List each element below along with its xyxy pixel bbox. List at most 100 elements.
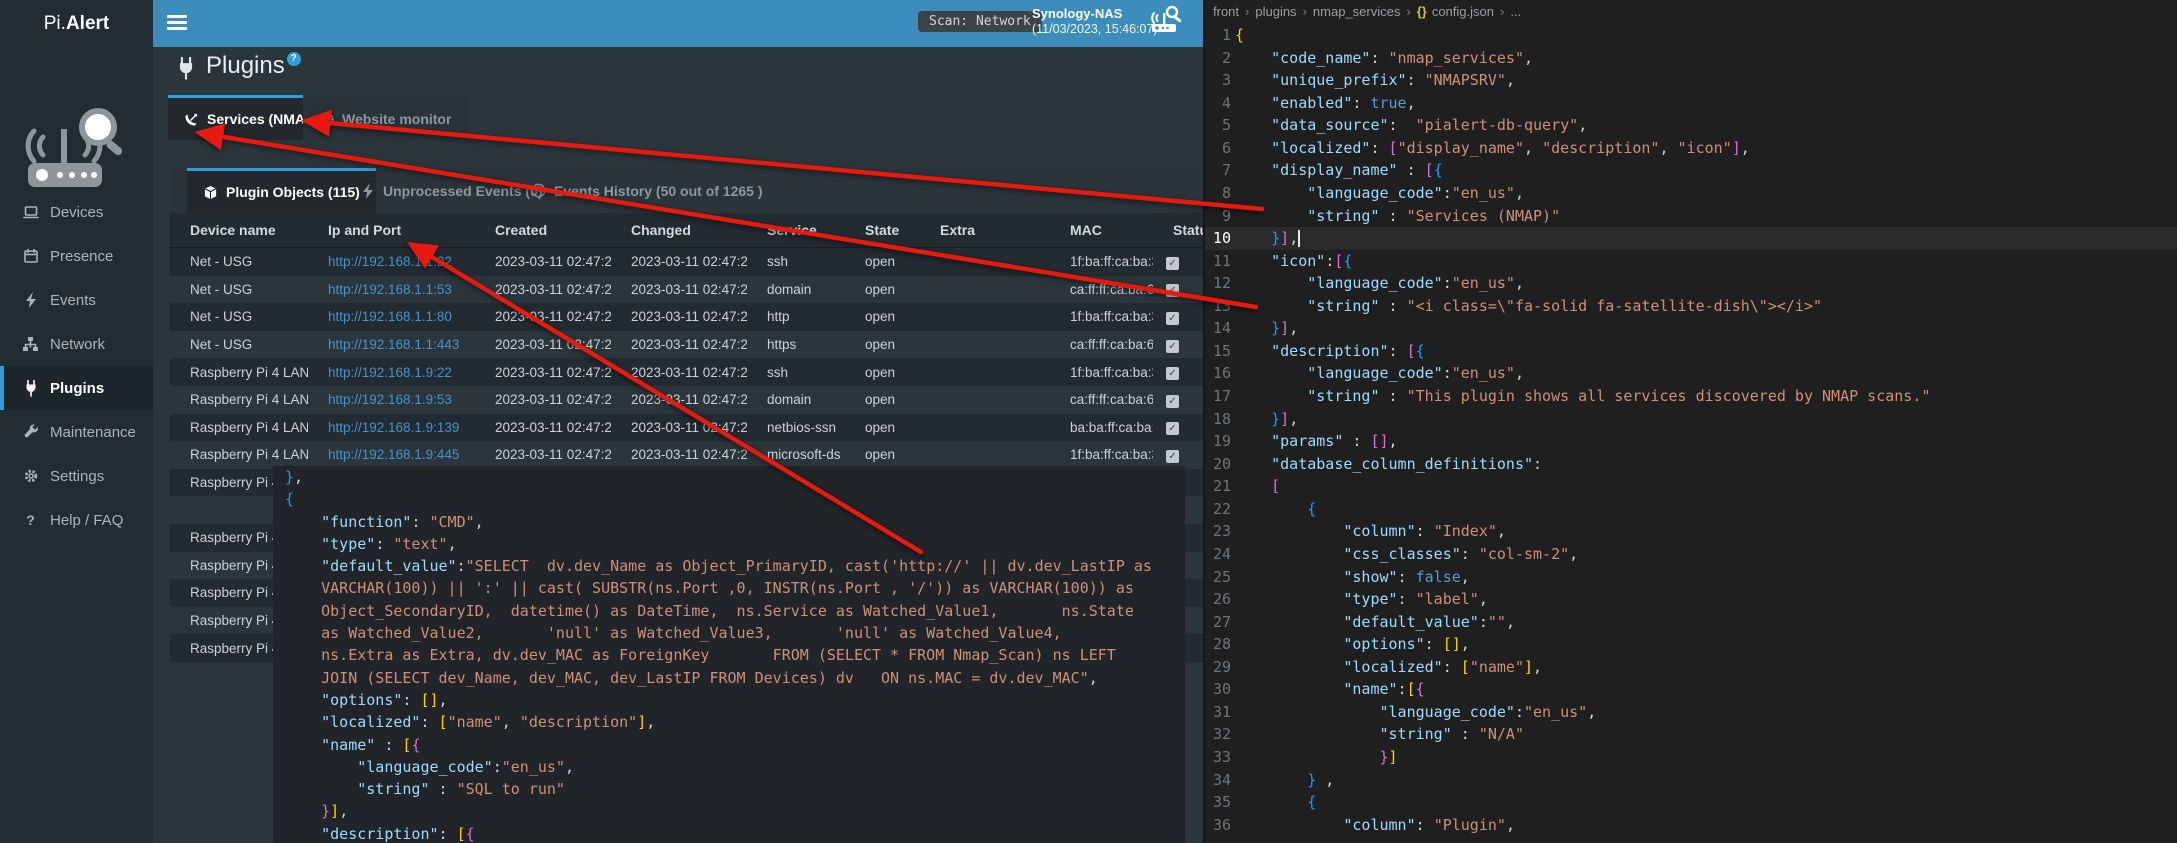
editor-line[interactable]: 3 "unique_prefix": "NMAPSRV", — [1205, 69, 2177, 92]
status-checkbox[interactable]: ✓ — [1166, 340, 1179, 353]
editor-line[interactable]: 17 "string" : "This plugin shows all ser… — [1205, 385, 2177, 408]
editor-line-code[interactable]: "unique_prefix": "NMAPSRV", — [1235, 69, 1515, 92]
editor-line-code[interactable]: "css_classes": "col-sm-2", — [1235, 543, 1578, 566]
editor-line-code[interactable]: "enabled": true, — [1235, 92, 1416, 115]
editor-line[interactable]: 29 "localized": ["name"], — [1205, 656, 2177, 679]
ip-port-link[interactable]: http://192.168.1.1:53 — [328, 282, 452, 297]
breadcrumb-item[interactable]: plugins — [1255, 4, 1296, 19]
sidebar-item-help-faq[interactable]: ?Help / FAQ — [0, 498, 153, 542]
sidebar-item-network[interactable]: Network — [0, 322, 153, 366]
editor-line-code[interactable]: { — [1235, 24, 1244, 47]
editor-line[interactable]: 15 "description": [{ — [1205, 340, 2177, 363]
editor-line[interactable]: 18 }], — [1205, 408, 2177, 431]
breadcrumb-item[interactable]: ... — [1510, 4, 1521, 19]
ip-port-link[interactable]: http://192.168.1.1:443 — [328, 337, 459, 352]
editor-line-code[interactable]: "localized": ["display_name", "descripti… — [1235, 137, 1750, 160]
editor-line-code[interactable]: "column": "Index", — [1235, 520, 1506, 543]
editor-line-code[interactable]: }] — [1235, 746, 1398, 769]
breadcrumb-item[interactable]: nmap_services — [1313, 4, 1400, 19]
editor-line[interactable]: 30 "name":[{ — [1205, 678, 2177, 701]
editor-line-code[interactable]: "language_code":"en_us", — [1235, 362, 1524, 385]
editor-line-code[interactable]: "string" : "<i class=\"fa-solid fa-satel… — [1235, 295, 1822, 318]
editor-line[interactable]: 23 "column": "Index", — [1205, 520, 2177, 543]
sidebar-item-events[interactable]: Events — [0, 278, 153, 322]
status-checkbox[interactable]: ✓ — [1166, 257, 1179, 270]
sidebar-item-maintenance[interactable]: Maintenance — [0, 410, 153, 454]
ip-port-link[interactable]: http://192.168.1.9:53 — [308, 392, 475, 407]
editor-line[interactable]: 36 "column": "Plugin", — [1205, 814, 2177, 837]
editor-line[interactable]: 35 { — [1205, 791, 2177, 814]
editor-line[interactable]: 7 "display_name" : [{ — [1205, 159, 2177, 182]
tab-website-monitor[interactable]: Website monitor — [303, 95, 467, 140]
editor-line[interactable]: 26 "type": "label", — [1205, 588, 2177, 611]
ip-port-link[interactable]: http://192.168.1.9:22 — [308, 365, 475, 380]
status-checkbox[interactable]: ✓ — [1166, 422, 1179, 435]
editor-line-code[interactable]: "database_column_definitions": — [1235, 453, 1542, 476]
editor-line[interactable]: 9 "string" : "Services (NMAP)" — [1205, 205, 2177, 228]
ip-port-link[interactable]: http://192.168.1.1:80 — [308, 309, 475, 324]
editor-line[interactable]: 31 "language_code":"en_us", — [1205, 701, 2177, 724]
editor-line[interactable]: 20 "database_column_definitions": — [1205, 453, 2177, 476]
editor-line[interactable]: 28 "options": [], — [1205, 633, 2177, 656]
editor-line[interactable]: 1{ — [1205, 24, 2177, 47]
editor-line[interactable]: 24 "css_classes": "col-sm-2", — [1205, 543, 2177, 566]
subtab-events-history-50-out-of-1265-[interactable]: Events History (50 out of 1265 ) — [515, 168, 779, 213]
breadcrumb-item[interactable]: {}config.json — [1417, 4, 1494, 19]
editor-line-code[interactable]: "language_code":"en_us", — [1235, 701, 1596, 724]
editor-line[interactable]: 22 { — [1205, 498, 2177, 521]
editor-line-code[interactable]: "string" : "This plugin shows all servic… — [1235, 385, 1930, 408]
editor-line-code[interactable]: "description": [{ — [1235, 340, 1425, 363]
editor-line-code[interactable]: } , — [1235, 769, 1334, 792]
editor-line-code[interactable]: "icon":[{ — [1235, 250, 1352, 273]
editor-line[interactable]: 4 "enabled": true, — [1205, 92, 2177, 115]
breadcrumb-item[interactable]: front — [1213, 4, 1239, 19]
hamburger-menu-icon[interactable] — [167, 15, 187, 31]
ip-port-link[interactable]: http://192.168.1.9:139 — [328, 420, 459, 435]
editor-line[interactable]: 33 }] — [1205, 746, 2177, 769]
editor-line[interactable]: 19 "params" : [], — [1205, 430, 2177, 453]
help-badge[interactable]: ? — [287, 52, 301, 66]
status-checkbox[interactable]: ✓ — [1166, 367, 1179, 380]
editor-line[interactable]: 5 "data_source": "pialert-db-query", — [1205, 114, 2177, 137]
ip-port-link[interactable]: http://192.168.1.9:22 — [328, 365, 452, 380]
ip-port-link[interactable]: http://192.168.1.1:22 — [308, 254, 475, 269]
editor-lines[interactable]: 1{2 "code_name": "nmap_services",3 "uniq… — [1205, 24, 2177, 836]
editor-line-code[interactable]: "params" : [], — [1235, 430, 1398, 453]
editor-line-code[interactable]: "language_code":"en_us", — [1235, 182, 1524, 205]
editor-line-code[interactable]: "data_source": "pialert-db-query", — [1235, 114, 1587, 137]
editor-line-code[interactable]: "string" : "N/A" — [1235, 723, 1524, 746]
editor-line[interactable]: 11 "icon":[{ — [1205, 250, 2177, 273]
sidebar-item-plugins[interactable]: Plugins — [0, 366, 153, 410]
editor-line-code[interactable]: }], — [1235, 317, 1298, 340]
editor-line-code[interactable]: "show": false, — [1235, 566, 1470, 589]
editor-line[interactable]: 16 "language_code":"en_us", — [1205, 362, 2177, 385]
editor-line-code[interactable]: { — [1235, 791, 1316, 814]
status-checkbox[interactable]: ✓ — [1166, 312, 1179, 325]
editor-line[interactable]: 32 "string" : "N/A" — [1205, 723, 2177, 746]
editor-line[interactable]: 21 [ — [1205, 475, 2177, 498]
editor-line[interactable]: 25 "show": false, — [1205, 566, 2177, 589]
editor-line[interactable]: 6 "localized": ["display_name", "descrip… — [1205, 137, 2177, 160]
editor-line-code[interactable]: "options": [], — [1235, 633, 1470, 656]
editor-line-code[interactable]: "name":[{ — [1235, 678, 1425, 701]
editor-line-code[interactable]: "display_name" : [{ — [1235, 159, 1443, 182]
ip-port-link[interactable]: http://192.168.1.9:53 — [328, 392, 452, 407]
ip-port-link[interactable]: http://192.168.1.9:445 — [328, 447, 459, 462]
editor-line-code[interactable]: }], — [1235, 408, 1298, 431]
code-editor[interactable]: front›plugins›nmap_services›{}config.jso… — [1203, 0, 2177, 843]
status-checkbox[interactable]: ✓ — [1166, 395, 1179, 408]
ip-port-link[interactable]: http://192.168.1.1:80 — [328, 309, 452, 324]
editor-line-code[interactable]: }], — [1235, 227, 1300, 250]
editor-line[interactable]: 27 "default_value":"", — [1205, 611, 2177, 634]
breadcrumb[interactable]: front›plugins›nmap_services›{}config.jso… — [1205, 0, 2177, 22]
editor-line-code[interactable]: "default_value":"", — [1235, 611, 1515, 634]
editor-line[interactable]: 14 }], — [1205, 317, 2177, 340]
editor-line-code[interactable]: "string" : "Services (NMAP)" — [1235, 205, 1560, 228]
sidebar-item-settings[interactable]: Settings — [0, 454, 153, 498]
editor-line[interactable]: 2 "code_name": "nmap_services", — [1205, 47, 2177, 70]
editor-line[interactable]: 10 }], — [1205, 227, 2177, 250]
editor-line-code[interactable]: "localized": ["name"], — [1235, 656, 1542, 679]
ip-port-link[interactable]: http://192.168.1.1:443 — [308, 337, 475, 352]
ip-port-link[interactable]: http://192.168.1.1:22 — [328, 254, 452, 269]
editor-line-code[interactable]: [ — [1235, 475, 1280, 498]
